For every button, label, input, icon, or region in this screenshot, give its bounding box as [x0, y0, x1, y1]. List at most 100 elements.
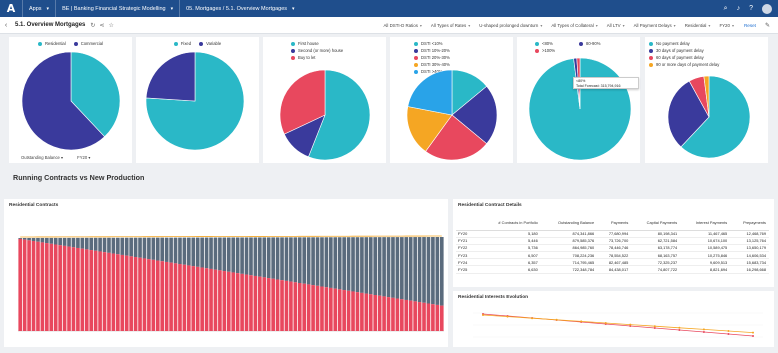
bar-running-contracts[interactable] [329, 287, 333, 331]
bar-new-production[interactable] [262, 237, 267, 278]
interests-evolution-chart[interactable] [453, 291, 774, 347]
bar-running-contracts[interactable] [439, 305, 444, 331]
bar-running-contracts[interactable] [116, 254, 120, 331]
legend-item[interactable]: 90 or more days of payment delay [649, 62, 719, 67]
series-point[interactable] [506, 315, 509, 318]
bar-running-contracts[interactable] [293, 282, 298, 331]
series-point[interactable] [604, 322, 607, 324]
filter-rates[interactable]: All Types of Rates ▾ [431, 23, 470, 28]
bar-new-production[interactable] [333, 237, 338, 289]
bar-new-production[interactable] [293, 237, 298, 283]
bar-new-production[interactable] [226, 237, 231, 272]
bar-new-production[interactable] [31, 237, 36, 242]
bar-new-production[interactable] [102, 237, 107, 253]
bar-new-production[interactable] [439, 237, 444, 306]
filter-ltv[interactable]: All LTV ▾ [607, 23, 625, 28]
bar-new-production[interactable] [342, 237, 346, 291]
bar-new-production[interactable] [244, 237, 249, 275]
bar-running-contracts[interactable] [164, 261, 169, 331]
legend-item[interactable]: Commercial [73, 41, 103, 46]
bar-new-production[interactable] [187, 237, 191, 266]
bar-new-production[interactable] [53, 237, 58, 245]
bar-running-contracts[interactable] [67, 246, 71, 331]
bar-new-production[interactable] [320, 237, 324, 287]
pie-chart[interactable] [528, 57, 632, 161]
bar-running-contracts[interactable] [258, 276, 262, 331]
bar-running-contracts[interactable] [355, 292, 360, 331]
bar-new-production[interactable] [297, 237, 302, 283]
bar-running-contracts[interactable] [320, 286, 324, 331]
bar-running-contracts[interactable] [89, 250, 94, 331]
bar-new-production[interactable] [355, 237, 360, 293]
bar-new-production[interactable] [240, 237, 244, 274]
bar-running-contracts[interactable] [160, 261, 165, 331]
bar-running-contracts[interactable] [373, 294, 378, 331]
bar-new-production[interactable] [235, 237, 240, 274]
avatar[interactable] [762, 3, 772, 14]
bar-new-production[interactable] [36, 237, 40, 242]
series-point[interactable] [727, 333, 730, 335]
bar-running-contracts[interactable] [111, 253, 116, 331]
legend-item[interactable]: No payment delay [649, 41, 690, 46]
series-point[interactable] [531, 317, 534, 320]
filter-year[interactable]: FY20 ▾ [719, 23, 734, 28]
bar-new-production[interactable] [71, 237, 76, 248]
bar-new-production[interactable] [311, 237, 315, 286]
pie-chart[interactable] [667, 75, 751, 159]
legend-item[interactable]: Fixed [173, 41, 191, 46]
legend-item[interactable]: DSTI 30%-40% [414, 62, 454, 67]
bar-new-production[interactable] [164, 237, 169, 262]
bar-new-production[interactable] [373, 237, 378, 295]
bar-new-production[interactable] [302, 237, 307, 284]
breadcrumb-page[interactable]: 05. Mortgages / 5.1. Overview Mortgages ▾ [179, 0, 300, 17]
legend-item[interactable]: <80% [535, 41, 569, 46]
bar-new-production[interactable] [169, 237, 173, 263]
bar-new-production[interactable] [426, 237, 431, 304]
bar-running-contracts[interactable] [342, 290, 346, 331]
bar-new-production[interactable] [400, 237, 404, 300]
bar-new-production[interactable] [160, 237, 165, 262]
series-point[interactable] [482, 314, 484, 316]
bar-running-contracts[interactable] [222, 271, 227, 331]
bar-running-contracts[interactable] [40, 242, 45, 331]
bar-running-contracts[interactable] [107, 252, 111, 331]
bar-new-production[interactable] [204, 237, 209, 269]
legend-item[interactable]: Residential [37, 41, 66, 46]
back-icon[interactable]: ‹ [0, 22, 12, 29]
legend-item[interactable]: Variable [199, 41, 221, 46]
bar-running-contracts[interactable] [98, 251, 102, 331]
bar-running-contracts[interactable] [360, 292, 364, 331]
bar-running-contracts[interactable] [173, 263, 178, 331]
bar-running-contracts[interactable] [147, 259, 151, 331]
bar-running-contracts[interactable] [218, 270, 222, 331]
series-point[interactable] [555, 318, 558, 321]
column-header[interactable]: Capital Payments [631, 216, 681, 231]
bar-new-production[interactable] [40, 237, 45, 243]
legend-item[interactable]: 30 days of payment delay [649, 48, 704, 53]
bar-running-contracts[interactable] [377, 295, 382, 331]
bar-running-contracts[interactable] [315, 285, 320, 331]
legend-item[interactable]: 80-90% [579, 41, 613, 46]
bar-running-contracts[interactable] [120, 254, 125, 331]
bar-new-production[interactable] [200, 237, 204, 268]
bar-new-production[interactable] [337, 237, 342, 290]
filter-segment[interactable]: Residential ▾ [685, 23, 711, 28]
bar-running-contracts[interactable] [129, 256, 133, 331]
bar-new-production[interactable] [107, 237, 111, 253]
bar-new-production[interactable] [382, 237, 386, 297]
bar-new-production[interactable] [98, 237, 102, 252]
bar-new-production[interactable] [306, 237, 311, 285]
bar-new-production[interactable] [182, 237, 187, 265]
bar-new-production[interactable] [218, 237, 222, 271]
bar-new-production[interactable] [151, 237, 156, 260]
bar-running-contracts[interactable] [71, 247, 76, 331]
bar-new-production[interactable] [45, 237, 49, 244]
pie-slice[interactable] [145, 51, 196, 102]
legend-item[interactable]: 60 days of payment delay [649, 55, 704, 60]
bar-running-contracts[interactable] [169, 262, 173, 331]
bell-icon[interactable]: ♪ [737, 5, 741, 12]
bar-new-production[interactable] [404, 237, 409, 300]
bar-running-contracts[interactable] [364, 293, 369, 331]
bar-running-contracts[interactable] [337, 289, 342, 331]
bar-running-contracts[interactable] [346, 290, 351, 331]
